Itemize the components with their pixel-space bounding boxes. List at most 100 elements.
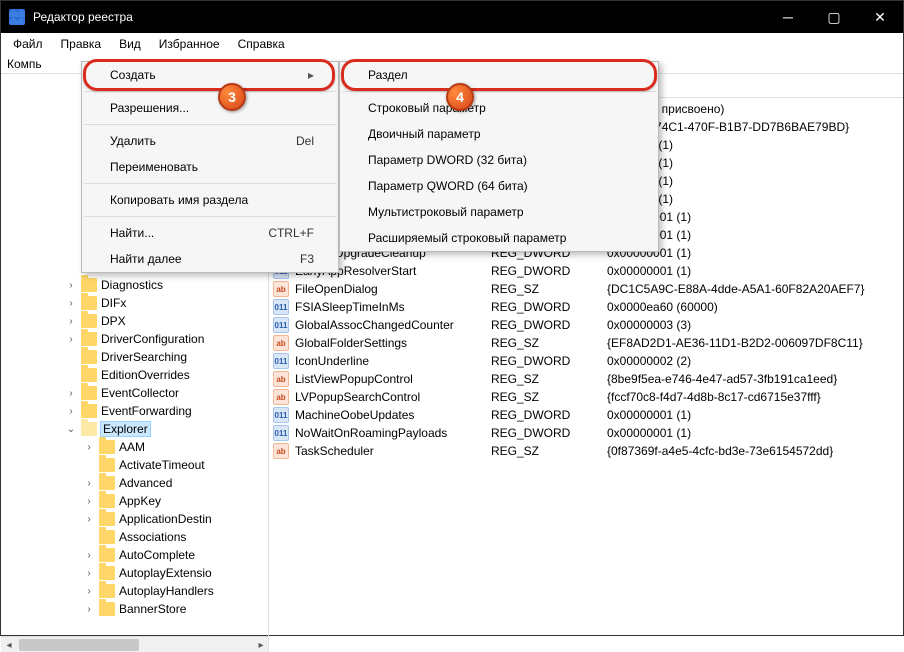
tree-item[interactable]: ActivateTimeout xyxy=(5,456,268,474)
window-title: Редактор реестра xyxy=(33,10,133,24)
expander-icon[interactable]: › xyxy=(83,568,95,579)
expander-icon[interactable]: › xyxy=(83,514,95,525)
expander-icon[interactable]: › xyxy=(83,478,95,489)
maximize-button[interactable]: ▢ xyxy=(811,1,857,33)
expander-icon[interactable]: › xyxy=(65,334,77,345)
cell-value: 0x00000001 (1) xyxy=(607,408,903,422)
tree-item-label: Associations xyxy=(119,530,186,544)
cell-value: {0f87369f-a4e5-4cfc-bd3e-73e6154572dd} xyxy=(607,444,903,458)
cell-type: REG_DWORD xyxy=(491,408,601,422)
menu-item[interactable]: Параметр DWORD (32 бита) xyxy=(340,147,658,173)
tree-item-label: EditionOverrides xyxy=(101,368,190,382)
expander-icon[interactable]: › xyxy=(83,442,95,453)
list-row[interactable]: 011GlobalAssocChangedCounterREG_DWORD0x0… xyxy=(269,316,903,334)
cell-value: {8be9f5ea-e746-4e47-ad57-3fb191ca1eed} xyxy=(607,372,903,386)
menu-help[interactable]: Справка xyxy=(230,35,293,53)
cell-type: REG_DWORD xyxy=(491,264,601,278)
menu-item[interactable]: Раздел xyxy=(340,62,658,88)
tree-item-label: AppKey xyxy=(119,494,161,508)
cell-type: REG_DWORD xyxy=(491,318,601,332)
menu-item[interactable]: Найти далееF3 xyxy=(82,246,338,272)
expander-icon[interactable]: › xyxy=(65,280,77,291)
menu-item[interactable]: Параметр QWORD (64 бита) xyxy=(340,173,658,199)
menu-item[interactable]: Переименовать xyxy=(82,154,338,180)
expander-icon[interactable]: › xyxy=(83,496,95,507)
scroll-right-icon[interactable]: ▸ xyxy=(253,637,269,652)
tree-item-label: BannerStore xyxy=(119,602,186,616)
folder-icon xyxy=(99,476,115,490)
list-row[interactable]: abFileOpenDialogREG_SZ{DC1C5A9C-E88A-4dd… xyxy=(269,280,903,298)
menu-item-label: Параметр QWORD (64 бита) xyxy=(368,179,528,193)
tree-item[interactable]: DriverSearching xyxy=(5,348,268,366)
list-row[interactable]: 011FSIASleepTimeInMsREG_DWORD0x0000ea60 … xyxy=(269,298,903,316)
menu-item-label: Разрешения... xyxy=(110,101,189,115)
expander-icon[interactable]: › xyxy=(65,298,77,309)
tree-item[interactable]: ›Diagnostics xyxy=(5,276,268,294)
expander-icon[interactable]: › xyxy=(83,604,95,615)
list-row[interactable]: 011NoWaitOnRoamingPayloadsREG_DWORD0x000… xyxy=(269,424,903,442)
menu-item[interactable]: Копировать имя раздела xyxy=(82,187,338,213)
tree-item-label: AutoplayHandlers xyxy=(119,584,214,598)
scroll-left-icon[interactable]: ◂ xyxy=(1,637,17,652)
expander-icon[interactable]: › xyxy=(65,406,77,417)
menu-item[interactable]: Создать▸ xyxy=(82,62,338,88)
cell-value: 0x00000001 (1) xyxy=(607,426,903,440)
menu-item[interactable]: Разрешения... xyxy=(82,95,338,121)
cell-name: ListViewPopupControl xyxy=(295,372,485,386)
tree-item[interactable]: ›AAM xyxy=(5,438,268,456)
expander-icon[interactable]: › xyxy=(83,586,95,597)
list-row[interactable]: abGlobalFolderSettingsREG_SZ{EF8AD2D1-AE… xyxy=(269,334,903,352)
expander-icon[interactable]: › xyxy=(83,550,95,561)
menu-item[interactable]: Расширяемый строковый параметр xyxy=(340,225,658,251)
tree-item[interactable]: ›DriverConfiguration xyxy=(5,330,268,348)
expander-icon[interactable]: › xyxy=(65,388,77,399)
tree-item[interactable]: ›ApplicationDestin xyxy=(5,510,268,528)
tree-item[interactable]: ›Advanced xyxy=(5,474,268,492)
list-row[interactable]: abLVPopupSearchControlREG_SZ{fccf70c8-f4… xyxy=(269,388,903,406)
tree-item[interactable]: EditionOverrides xyxy=(5,366,268,384)
tree-item[interactable]: ›DIFx xyxy=(5,294,268,312)
tree-item[interactable]: › BannerStore xyxy=(5,600,268,618)
expander-icon[interactable]: › xyxy=(65,316,77,327)
menu-file[interactable]: Файл xyxy=(5,35,51,53)
menu-item[interactable]: Найти...CTRL+F xyxy=(82,220,338,246)
menu-item[interactable]: УдалитьDel xyxy=(82,128,338,154)
tree-item[interactable]: ›AutoplayExtensio xyxy=(5,564,268,582)
binary-value-icon: 011 xyxy=(273,407,289,423)
menu-item-label: Найти... xyxy=(110,226,154,240)
list-row[interactable]: abTaskSchedulerREG_SZ{0f87369f-a4e5-4cfc… xyxy=(269,442,903,460)
list-row[interactable]: 011IconUnderlineREG_DWORD0x00000002 (2) xyxy=(269,352,903,370)
menu-item-label: Создать xyxy=(110,68,156,82)
tree-item[interactable]: ⌄Explorer xyxy=(5,420,268,438)
list-row[interactable]: abListViewPopupControlREG_SZ{8be9f5ea-e7… xyxy=(269,370,903,388)
menu-view[interactable]: Вид xyxy=(111,35,149,53)
expander-icon[interactable]: ⌄ xyxy=(65,424,77,435)
titlebar: Редактор реестра ─ ▢ ✕ xyxy=(1,1,903,33)
tree-item[interactable]: Associations xyxy=(5,528,268,546)
menu-favorites[interactable]: Избранное xyxy=(151,35,228,53)
horizontal-scrollbar[interactable]: ◂ ▸ xyxy=(1,636,269,652)
list-row[interactable]: 011EarlyAppResolverStartREG_DWORD0x00000… xyxy=(269,262,903,280)
tree-item[interactable]: › AppKey xyxy=(5,492,268,510)
menu-item[interactable]: Мультистроковый параметр xyxy=(340,199,658,225)
tree-item[interactable]: ›AutoComplete xyxy=(5,546,268,564)
list-row[interactable]: 011MachineOobeUpdatesREG_DWORD0x00000001… xyxy=(269,406,903,424)
tree-item[interactable]: ›EventForwarding xyxy=(5,402,268,420)
cell-value: 0x00000003 (3) xyxy=(607,318,903,332)
menu-edit[interactable]: Правка xyxy=(53,35,110,53)
cell-type: REG_SZ xyxy=(491,390,601,404)
tree-item[interactable]: › EventCollector xyxy=(5,384,268,402)
step-badge-4: 4 xyxy=(446,83,474,111)
menu-item[interactable]: Двоичный параметр xyxy=(340,121,658,147)
tree-item-label: EventCollector xyxy=(101,386,179,400)
close-button[interactable]: ✕ xyxy=(857,1,903,33)
menu-item-label: Двоичный параметр xyxy=(368,127,481,141)
tree-item[interactable]: › AutoplayHandlers xyxy=(5,582,268,600)
window-controls: ─ ▢ ✕ xyxy=(765,1,903,33)
cell-type: REG_SZ xyxy=(491,444,601,458)
menu-item[interactable]: Строковый параметр xyxy=(340,95,658,121)
tree-item[interactable]: ›DPX xyxy=(5,312,268,330)
cell-type: REG_DWORD xyxy=(491,426,601,440)
minimize-button[interactable]: ─ xyxy=(765,1,811,33)
scrollbar-thumb[interactable] xyxy=(19,639,139,651)
